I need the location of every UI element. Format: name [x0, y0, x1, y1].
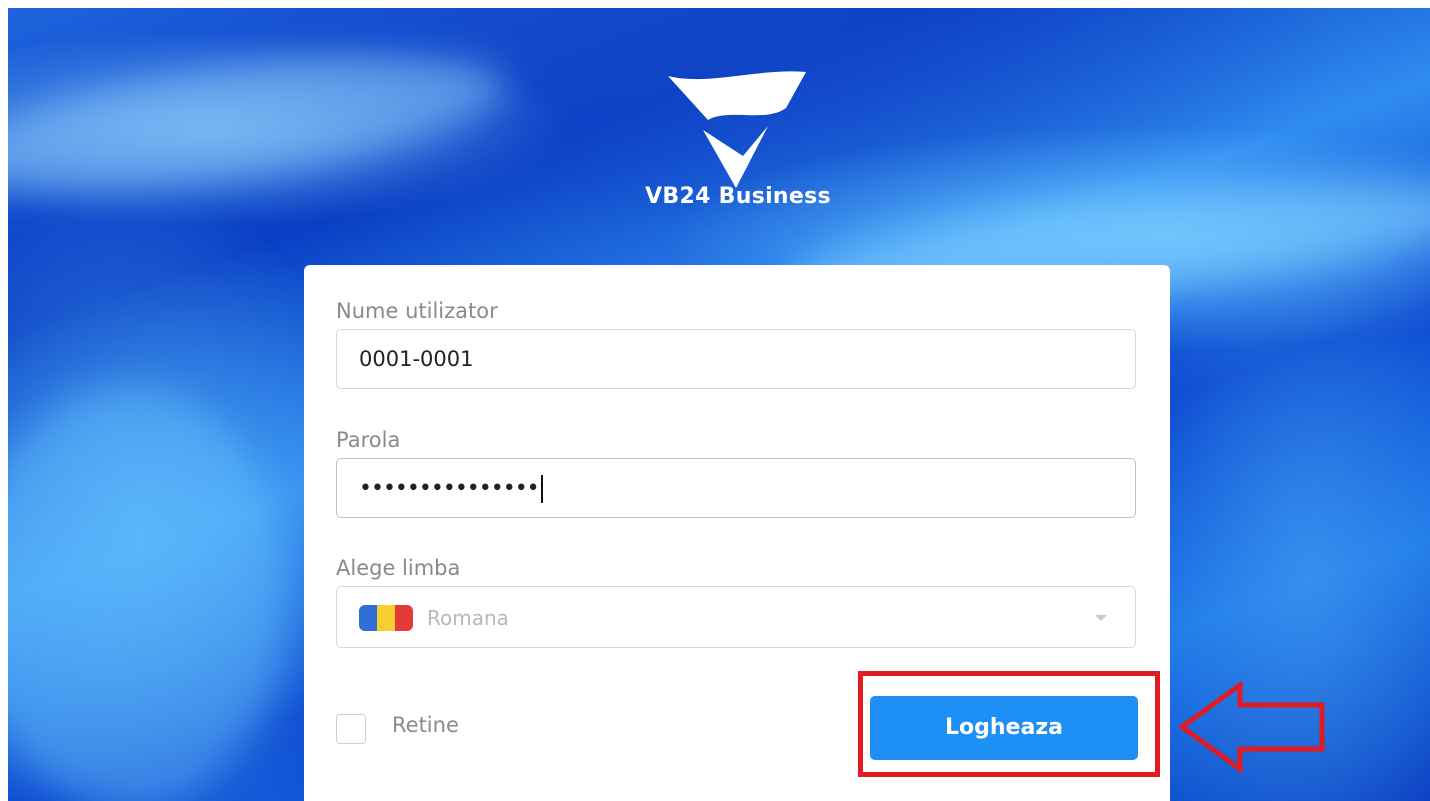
password-input[interactable]: •••••••••••••••: [336, 458, 1136, 518]
password-label: Parola: [336, 428, 401, 452]
login-button-highlight: [858, 671, 1160, 777]
chevron-down-icon[interactable]: [1095, 615, 1107, 621]
remember-checkbox[interactable]: [336, 714, 366, 744]
username-label: Nume utilizator: [336, 299, 498, 323]
remember-label[interactable]: Retine: [392, 713, 459, 737]
background-sheen: [8, 29, 513, 217]
background-sheen: [8, 388, 288, 801]
romania-flag-icon: [359, 605, 413, 631]
text-caret: [540, 475, 543, 503]
login-page-background: VB24 Business Nume utilizator 0001-0001 …: [8, 8, 1430, 801]
brand-name: VB24 Business: [645, 184, 831, 209]
language-select[interactable]: Romana: [336, 586, 1136, 648]
username-value: 0001-0001: [359, 347, 474, 371]
password-masked-value: •••••••••••••••: [359, 476, 540, 501]
language-selected-value: Romana: [427, 606, 509, 630]
language-label: Alege limba: [336, 556, 461, 580]
left-arrow-outline-icon: [1177, 681, 1325, 773]
username-input[interactable]: 0001-0001: [336, 329, 1136, 389]
